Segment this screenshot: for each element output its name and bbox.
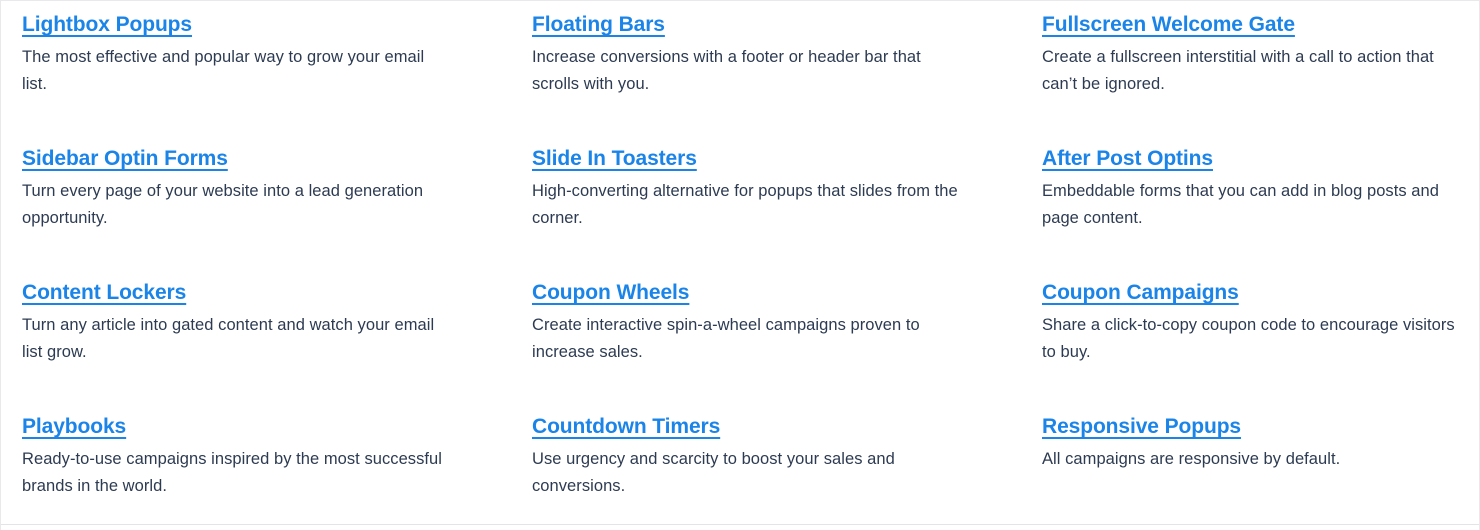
feature-description: Embeddable forms that you can add in blo…	[1042, 182, 1439, 227]
feature-description: The most effective and popular way to gr…	[22, 48, 425, 93]
feature-list-page: Lightbox Popups The most effective and p…	[0, 0, 1480, 530]
feature-description: Turn every page of your website into a l…	[22, 182, 424, 227]
feature-description: Create a fullscreen interstitial with a …	[1042, 48, 1434, 93]
feature-link-slide-in-toasters[interactable]: Slide In Toasters	[532, 145, 697, 172]
feature-link-coupon-campaigns[interactable]: Coupon Campaigns	[1042, 279, 1239, 306]
feature-link-responsive-popups[interactable]: Responsive Popups	[1042, 413, 1241, 440]
feature-item: Lightbox Popups The most effective and p…	[22, 11, 532, 145]
feature-description: Share a click-to-copy coupon code to enc…	[1042, 316, 1455, 361]
feature-link-lightbox-popups[interactable]: Lightbox Popups	[22, 11, 192, 38]
feature-item: Coupon Campaigns Share a click-to-copy c…	[1042, 279, 1479, 413]
feature-item: Content Lockers Turn any article into ga…	[22, 279, 532, 413]
feature-item: Sidebar Optin Forms Turn every page of y…	[22, 145, 532, 279]
feature-link-playbooks[interactable]: Playbooks	[22, 413, 126, 440]
feature-link-floating-bars[interactable]: Floating Bars	[532, 11, 665, 38]
feature-description: High-converting alternative for popups t…	[532, 182, 958, 227]
feature-description: Ready-to-use campaigns inspired by the m…	[22, 450, 442, 495]
feature-item: Coupon Wheels Create interactive spin-a-…	[532, 279, 1042, 413]
feature-item: Playbooks Ready-to-use campaigns inspire…	[22, 413, 532, 530]
feature-item: Fullscreen Welcome Gate Create a fullscr…	[1042, 11, 1479, 145]
feature-grid: Lightbox Popups The most effective and p…	[1, 1, 1479, 530]
feature-link-content-lockers[interactable]: Content Lockers	[22, 279, 186, 306]
feature-item: After Post Optins Embeddable forms that …	[1042, 145, 1479, 279]
feature-link-countdown-timers[interactable]: Countdown Timers	[532, 413, 720, 440]
feature-link-coupon-wheels[interactable]: Coupon Wheels	[532, 279, 689, 306]
feature-item: Floating Bars Increase conversions with …	[532, 11, 1042, 145]
feature-item: Slide In Toasters High-converting altern…	[532, 145, 1042, 279]
bottom-divider	[1, 524, 1479, 525]
feature-description: Turn any article into gated content and …	[22, 316, 435, 361]
feature-description: All campaigns are responsive by default.	[1042, 450, 1341, 468]
feature-description: Create interactive spin-a-wheel campaign…	[532, 316, 920, 361]
feature-item: Responsive Popups All campaigns are resp…	[1042, 413, 1479, 530]
feature-description: Use urgency and scarcity to boost your s…	[532, 450, 895, 495]
feature-link-fullscreen-welcome-gate[interactable]: Fullscreen Welcome Gate	[1042, 11, 1295, 38]
feature-description: Increase conversions with a footer or he…	[532, 48, 921, 93]
feature-item: Countdown Timers Use urgency and scarcit…	[532, 413, 1042, 530]
feature-link-sidebar-optin-forms[interactable]: Sidebar Optin Forms	[22, 145, 228, 172]
feature-link-after-post-optins[interactable]: After Post Optins	[1042, 145, 1213, 172]
